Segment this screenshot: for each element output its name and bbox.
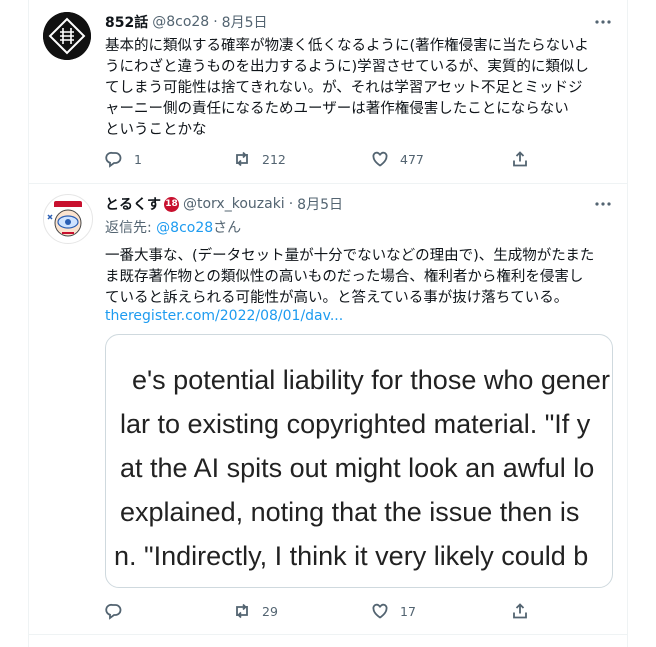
share-button[interactable] — [511, 150, 529, 168]
share-icon — [513, 603, 527, 619]
tweet-text: 基本的に類似する確率が物凄く低くなるように(著作権侵害に当たらないよ うにわざと… — [105, 36, 615, 141]
user-handle[interactable]: @8co28 — [152, 14, 209, 30]
action-bar: 1 212 477 — [105, 150, 545, 170]
column-border-right — [627, 0, 628, 647]
card-text-line: e's potential liability for those who ge… — [132, 365, 610, 395]
tweet-header: とるくす 18 @torx_kouzaki · 8月5日 — [105, 194, 343, 214]
reply-count: 1 — [134, 151, 142, 167]
tweet-text-line: ャーニー側の責任になるためユーザーは著作権侵害したことにならない — [105, 101, 569, 117]
card-text-line: n. "Indirectly, I think it very likely c… — [114, 541, 589, 571]
tweet-text-line: ま既存著作物との類似性の高いものだった場合、権利者から権利を侵害し — [105, 269, 584, 285]
share-icon — [513, 151, 527, 167]
article-link[interactable]: theregister.com/2022/08/01/dav... — [105, 308, 343, 324]
like-button[interactable]: 17 — [371, 602, 416, 620]
reply-context: 返信先: @8co28さん — [105, 217, 241, 237]
card-text-line: at the AI spits out might look an awful … — [120, 453, 595, 483]
tweet-text-line: てしまう可能性は捨てきれない。が、それは学習アセット不足とミッドジ — [105, 80, 583, 96]
retweet-button[interactable]: 212 — [233, 150, 286, 168]
tweet-divider — [29, 634, 627, 635]
avatar-character-icon — [47, 201, 82, 237]
like-count: 477 — [400, 151, 424, 167]
tweet-text: 一番大事な、(データセット量が十分でないなどの理由で)、生成物がたまた ま既存著… — [105, 246, 615, 309]
retweet-icon — [236, 151, 248, 167]
avatar-logo-icon — [43, 12, 91, 60]
tweet[interactable]: とるくす 18 @torx_kouzaki · 8月5日 返信先: @8co28… — [29, 184, 627, 634]
tweet[interactable]: 852話 @8co28 · 8月5日 基本的に類似する確率が物凄く低くなるように… — [29, 0, 627, 183]
retweet-count: 29 — [262, 603, 278, 619]
retweet-icon — [236, 603, 248, 619]
link-preview-card[interactable]: e's potential liability for those who ge… — [105, 334, 613, 588]
more-icon[interactable] — [593, 12, 613, 32]
tweet-text-line: ということかな — [105, 122, 207, 138]
timestamp[interactable]: 8月5日 — [297, 194, 343, 214]
timestamp[interactable]: 8月5日 — [222, 12, 268, 32]
separator-dot: · — [213, 14, 218, 30]
retweet-button[interactable]: 29 — [233, 602, 278, 620]
display-name[interactable]: 852話 — [105, 12, 148, 32]
tweet-text-line: うにわざと違うものを出力するように)学習させているが、実質的に類似し — [105, 59, 589, 75]
retweet-count: 212 — [262, 151, 286, 167]
like-icon — [372, 151, 388, 167]
reply-mention-link[interactable]: @8co28 — [156, 220, 213, 236]
like-button[interactable]: 477 — [371, 150, 424, 168]
more-icon[interactable] — [593, 194, 613, 214]
age-badge: 18 — [164, 196, 179, 212]
like-icon — [372, 603, 388, 619]
like-count: 17 — [400, 603, 416, 619]
display-name[interactable]: とるくす — [105, 194, 161, 214]
reply-icon — [105, 151, 122, 168]
avatar[interactable] — [43, 12, 91, 60]
reply-button[interactable]: 1 — [105, 150, 142, 168]
user-handle[interactable]: @torx_kouzaki — [183, 196, 285, 212]
reply-prefix: 返信先: — [105, 220, 157, 236]
reply-suffix: さん — [213, 220, 242, 236]
reply-button[interactable] — [105, 602, 123, 620]
tweet-text-line: ていると訴えられる可能性が高い。と答えている事が抜け落ちている。 — [105, 290, 569, 306]
tweet-text-line: 基本的に類似する確率が物凄く低くなるように(著作権侵害に当たらないよ — [105, 38, 589, 54]
tweet-header: 852話 @8co28 · 8月5日 — [105, 12, 268, 32]
action-bar: 29 17 — [105, 602, 545, 622]
timeline: 852話 @8co28 · 8月5日 基本的に類似する確率が物凄く低くなるように… — [0, 0, 656, 647]
card-text-line: lar to existing copyrighted material. "I… — [120, 409, 591, 439]
card-text-line: explained, noting that the issue then is — [120, 497, 580, 527]
tweet-text-line: 一番大事な、(データセット量が十分でないなどの理由で)、生成物がたまた — [105, 248, 595, 264]
avatar[interactable] — [43, 194, 93, 244]
reply-icon — [105, 603, 122, 620]
share-button[interactable] — [511, 602, 529, 620]
separator-dot: · — [288, 196, 294, 212]
